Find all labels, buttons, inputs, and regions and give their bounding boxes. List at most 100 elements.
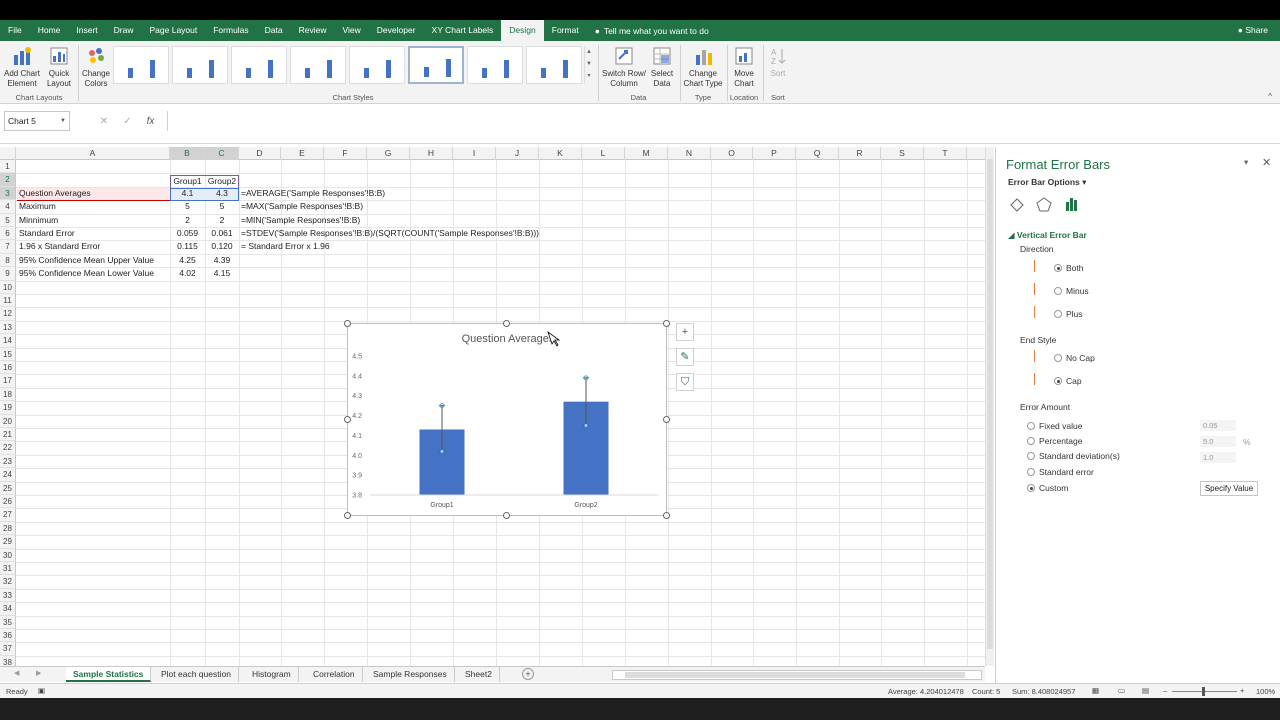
cell-d5[interactable]: =MIN('Sample Responses'!B:B) xyxy=(241,214,360,227)
column-header-l[interactable]: L xyxy=(582,147,625,160)
row-header-24[interactable]: 24 xyxy=(0,468,16,482)
error-bar-handle[interactable] xyxy=(584,424,588,427)
ribbon-tab-insert[interactable]: Insert xyxy=(68,20,105,41)
close-icon[interactable]: ✕ xyxy=(1262,156,1271,169)
column-header-j[interactable]: J xyxy=(496,147,539,160)
cell-b8[interactable]: 4.25 xyxy=(170,254,205,267)
row-header-20[interactable]: 20 xyxy=(0,414,16,428)
sort-button[interactable]: AZ Sort xyxy=(765,45,791,79)
radio-amount-fixed-value[interactable] xyxy=(1027,422,1035,430)
row-header-4[interactable]: 4 xyxy=(0,200,16,214)
row-header-5[interactable]: 5 xyxy=(0,213,16,227)
cell-d6[interactable]: =STDEV('Sample Responses'!B:B)/(SQRT(COU… xyxy=(241,227,539,240)
row-header-13[interactable]: 13 xyxy=(0,320,16,335)
chart-style-thumbnail[interactable] xyxy=(467,46,523,84)
ribbon-tab-formulas[interactable]: Formulas xyxy=(205,20,256,41)
row-header-9[interactable]: 9 xyxy=(0,267,16,281)
bar-options-icon[interactable] xyxy=(1066,198,1077,211)
cell-c8[interactable]: 4.39 xyxy=(205,254,239,267)
select-all-corner[interactable] xyxy=(0,147,16,160)
row-header-7[interactable]: 7 xyxy=(0,240,16,254)
resize-handle[interactable] xyxy=(344,512,351,519)
gallery-more-button[interactable]: ▲ ▼ ▾ xyxy=(584,46,593,84)
cell-b6[interactable]: 0.059 xyxy=(170,227,205,240)
cell-b5[interactable]: 2 xyxy=(170,214,205,227)
tab-nav-right-icon[interactable]: ▶ xyxy=(36,669,41,677)
column-header-n[interactable]: N xyxy=(668,147,711,160)
chart-style-thumbnail[interactable] xyxy=(408,46,464,84)
row-header-6[interactable]: 6 xyxy=(0,227,16,241)
radio-direction-plus[interactable] xyxy=(1054,310,1062,318)
specify-value-button[interactable]: Specify Value xyxy=(1200,481,1258,496)
row-header-33[interactable]: 33 xyxy=(0,588,16,603)
cell-c7[interactable]: 0.120 xyxy=(205,240,239,253)
row-header-28[interactable]: 28 xyxy=(0,521,16,536)
row-header-17[interactable]: 17 xyxy=(0,374,16,388)
cell-b3[interactable]: 4.1 xyxy=(170,187,205,200)
radio-direction-both[interactable] xyxy=(1054,264,1062,272)
row-header-16[interactable]: 16 xyxy=(0,361,16,375)
switch-row-column-button[interactable]: Switch Row/ Column xyxy=(601,45,647,89)
row-header-2[interactable]: 2 xyxy=(0,173,16,187)
sheet-tab-sheet2[interactable]: Sheet2 xyxy=(458,667,500,682)
resize-handle[interactable] xyxy=(663,416,670,423)
change-colors-button[interactable]: Change Colors xyxy=(80,45,112,89)
cell-c5[interactable]: 2 xyxy=(205,214,239,227)
row-header-34[interactable]: 34 xyxy=(0,602,16,616)
resize-handle[interactable] xyxy=(503,512,510,519)
cell-d7[interactable]: = Standard Error x 1.96 xyxy=(241,240,330,253)
select-data-button[interactable]: Select Data xyxy=(648,45,676,89)
vertical-error-bar-section[interactable]: ◢ Vertical Error Bar xyxy=(1008,230,1087,241)
row-header-25[interactable]: 25 xyxy=(0,481,16,495)
row-header-18[interactable]: 18 xyxy=(0,387,16,402)
cell-c9[interactable]: 4.15 xyxy=(205,267,239,280)
ribbon-tab-data[interactable]: Data xyxy=(257,20,291,41)
column-header-s[interactable]: S xyxy=(881,147,924,160)
error-bar-handle[interactable] xyxy=(440,449,444,453)
row-header-3[interactable]: 3 xyxy=(0,186,16,201)
ribbon-tab-review[interactable]: Review xyxy=(291,20,335,41)
column-header-h[interactable]: H xyxy=(410,147,453,160)
chart-question-averages[interactable]: Question Averages 3.8 3.9 4.0 4.1 4.2 4.3 4.4 4.… xyxy=(347,323,667,516)
cell-d4[interactable]: =MAX('Sample Responses'!B:B) xyxy=(241,200,363,213)
add-chart-element-button[interactable]: Add Chart Element xyxy=(3,45,41,89)
row-header-27[interactable]: 27 xyxy=(0,508,16,522)
column-header-r[interactable]: R xyxy=(839,147,881,160)
row-header-30[interactable]: 30 xyxy=(0,548,16,562)
resize-handle[interactable] xyxy=(663,512,670,519)
row-header-12[interactable]: 12 xyxy=(0,307,16,321)
std-dev-input[interactable]: 1.0 xyxy=(1200,452,1236,463)
row-header-32[interactable]: 32 xyxy=(0,575,16,589)
row-header-11[interactable]: 11 xyxy=(0,294,16,308)
row-header-8[interactable]: 8 xyxy=(0,253,16,268)
sheet-tab-sample-statistics[interactable]: Sample Statistics xyxy=(66,667,152,682)
sheet-tab-plot-each-question[interactable]: Plot each question xyxy=(154,667,239,682)
collapse-ribbon-icon[interactable]: ^ xyxy=(1268,92,1272,101)
column-header-d[interactable]: D xyxy=(239,147,281,160)
column-header-f[interactable]: F xyxy=(324,147,367,160)
column-header-b[interactable]: B xyxy=(170,147,205,160)
column-header-i[interactable]: I xyxy=(453,147,496,160)
quick-layout-button[interactable]: Quick Layout xyxy=(43,45,75,89)
cell-a5[interactable]: Minnimum xyxy=(19,214,169,227)
formula-input[interactable] xyxy=(167,111,1267,131)
chart-style-thumbnail[interactable] xyxy=(349,46,405,84)
sheet-tab-sample-responses[interactable]: Sample Responses xyxy=(366,667,455,682)
enter-icon[interactable]: ✓ xyxy=(123,116,131,127)
row-header-38[interactable]: 38 xyxy=(0,655,16,666)
row-header-26[interactable]: 26 xyxy=(0,495,16,509)
cell-c6[interactable]: 0.061 xyxy=(205,227,239,240)
scroll-thumb[interactable] xyxy=(625,672,965,678)
radio-direction-minus[interactable] xyxy=(1054,287,1062,295)
share-button[interactable]: ● Share xyxy=(1238,20,1268,41)
cell-a8[interactable]: 95% Confidence Mean Upper Value xyxy=(19,254,169,267)
cell-d3[interactable]: =AVERAGE('Sample Responses'!B:B) xyxy=(241,187,385,200)
cell-c4[interactable]: 5 xyxy=(205,200,239,213)
column-header-a[interactable]: A xyxy=(16,147,170,160)
resize-handle[interactable] xyxy=(344,320,351,327)
radio-amount-custom[interactable] xyxy=(1027,484,1035,492)
add-sheet-button[interactable]: + xyxy=(522,668,534,680)
ribbon-tab-xy-chart-labels[interactable]: XY Chart Labels xyxy=(424,20,502,41)
row-header-1[interactable]: 1 xyxy=(0,160,16,174)
row-header-31[interactable]: 31 xyxy=(0,562,16,576)
